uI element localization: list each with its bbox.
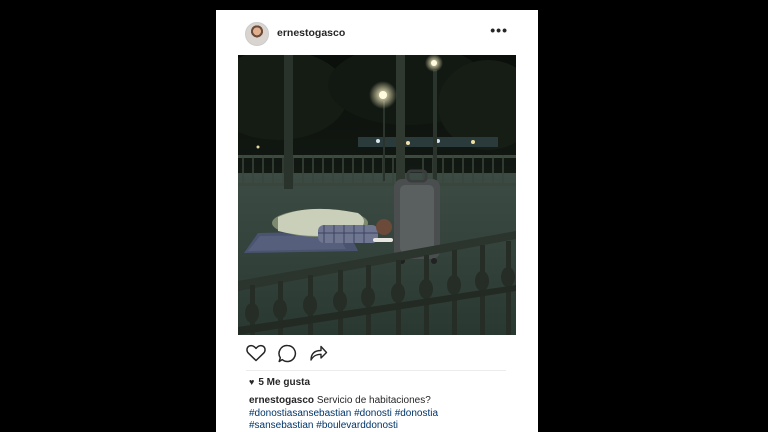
heart-small-icon: ♥ — [249, 377, 255, 387]
more-icon[interactable]: ••• — [490, 22, 508, 38]
post-caption: ernestogasco Servicio de habitaciones? #… — [249, 395, 519, 432]
post-header: ernestogasco ••• — [216, 10, 538, 56]
heart-outline-icon[interactable] — [246, 344, 266, 367]
avatar[interactable] — [245, 22, 269, 46]
hashtag[interactable]: #donostiasansebastian — [249, 408, 351, 419]
caption-text: Servicio de habitaciones? — [316, 395, 431, 406]
instagram-post: ernestogasco ••• ♥ 5 Me gusta ernestogas… — [216, 10, 538, 432]
hashtag[interactable]: #boulevarddonosti — [316, 420, 398, 431]
likes-text: 5 Me gusta — [258, 377, 311, 388]
divider — [246, 370, 506, 371]
hashtag[interactable]: #sansebastian — [249, 420, 314, 431]
likes-count[interactable]: ♥ 5 Me gusta — [249, 377, 310, 388]
hashtag[interactable]: #donostia — [395, 408, 438, 419]
comment-icon[interactable] — [278, 344, 297, 368]
hashtag[interactable]: #donosti — [354, 408, 392, 419]
action-bar — [246, 344, 366, 364]
caption-username[interactable]: ernestogasco — [249, 395, 314, 406]
post-username[interactable]: ernestogasco — [277, 27, 345, 39]
post-photo[interactable] — [238, 55, 516, 335]
share-icon[interactable] — [309, 344, 328, 367]
